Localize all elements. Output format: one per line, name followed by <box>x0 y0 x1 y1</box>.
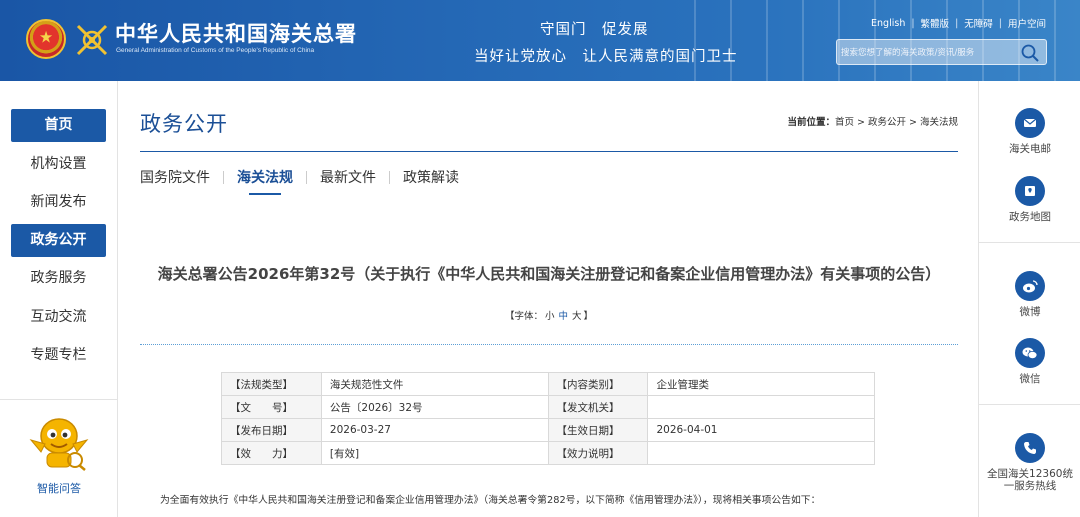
phone-icon <box>1015 433 1045 463</box>
search-icon[interactable] <box>1020 43 1040 63</box>
quick-link-government-map[interactable]: 政务地图 <box>979 176 1080 223</box>
left-navigation: 首页 机构设置 新闻发布 政务公开 政务服务 互动交流 专题专栏 智能问答 <box>0 81 118 517</box>
nav-item-government-affairs[interactable]: 政务公开 <box>11 224 106 257</box>
meta-value: 海关规范性文件 <box>320 372 549 396</box>
tab-separator <box>306 170 307 184</box>
table-row: 【发布日期】 2026-03-27 【生效日期】 2026-04-01 <box>221 418 875 442</box>
tab-bar: 国务院文件 海关法规 最新文件 政策解读 <box>140 167 459 195</box>
meta-value <box>647 441 875 465</box>
slogan-line-2: 当好让党放心 让人民满意的国门卫士 <box>474 49 738 65</box>
table-row: 【文 号】 公告〔2026〕32号 【发文机关】 <box>221 395 875 419</box>
dotted-divider <box>140 344 958 345</box>
meta-value: 公告〔2026〕32号 <box>320 395 549 419</box>
document-metadata-table: 【法规类型】 海关规范性文件 【内容类别】 企业管理类 【文 号】 公告〔202… <box>221 372 875 465</box>
quick-link-hotline[interactable]: 全国海关12360统一服务热线 <box>979 433 1080 492</box>
breadcrumb-prefix: 当前位置： <box>787 117 835 128</box>
tab-separator <box>223 170 224 184</box>
nav-item-home[interactable]: 首页 <box>11 109 106 142</box>
assistant-mascot-icon[interactable] <box>27 414 91 472</box>
meta-key: 【发文机关】 <box>547 395 649 419</box>
meta-value: 企业管理类 <box>647 372 875 396</box>
quick-link-label: 海关电邮 <box>1009 143 1051 155</box>
site-name[interactable]: 中华人民共和国海关总署 <box>115 18 357 48</box>
meta-key: 【法规类型】 <box>221 372 322 396</box>
quick-link-divider <box>979 404 1080 405</box>
right-quick-links: 海关电邮 政务地图 微博 微信 全国海关12360统一服务热线 <box>978 81 1080 517</box>
quick-link-wechat[interactable]: 微信 <box>979 338 1080 385</box>
meta-value <box>647 395 875 419</box>
font-size-prefix: 【字体： <box>504 311 543 322</box>
meta-value: [有效] <box>320 441 549 465</box>
link-separator: | <box>911 17 915 29</box>
search-box <box>836 39 1047 65</box>
font-size-suffix: 】 <box>583 311 594 322</box>
link-english[interactable]: English <box>871 18 905 29</box>
font-size-control: 【字体：小中大】 <box>140 308 958 322</box>
nav-item-organization[interactable]: 机构设置 <box>11 148 106 181</box>
meta-value: 2026-03-27 <box>320 418 549 442</box>
font-size-large-button[interactable]: 大 <box>572 311 582 322</box>
quick-link-weibo[interactable]: 微博 <box>979 271 1080 318</box>
document-title: 海关总署公告2026年第32号（关于执行《中华人民共和国海关注册登记和备案企业信… <box>157 265 941 283</box>
quick-link-label: 政务地图 <box>1009 211 1051 223</box>
link-separator: | <box>998 17 1002 29</box>
wechat-icon <box>1015 338 1045 368</box>
customs-logo-icon <box>76 24 108 56</box>
document-intro-paragraph: 为全面有效执行《中华人民共和国海关注册登记和备案企业信用管理办法》（海关总署令第… <box>160 495 821 506</box>
breadcrumb: 当前位置：首页 > 政务公开 > 海关法规 <box>787 114 958 128</box>
meta-key: 【文 号】 <box>221 395 322 419</box>
title-divider <box>140 151 958 152</box>
meta-key: 【生效日期】 <box>547 418 649 442</box>
table-row: 【法规类型】 海关规范性文件 【内容类别】 企业管理类 <box>221 372 875 396</box>
link-accessibility[interactable]: 无障碍 <box>964 16 993 30</box>
main-content: 政务公开 当前位置：首页 > 政务公开 > 海关法规 国务院文件 海关法规 最新… <box>140 81 958 517</box>
font-size-small-button[interactable]: 小 <box>545 311 555 322</box>
quick-link-customs-email[interactable]: 海关电邮 <box>979 108 1080 155</box>
link-user-space[interactable]: 用户空间 <box>1008 16 1046 30</box>
table-row: 【效 力】 [有效] 【效力说明】 <box>221 441 875 465</box>
mail-icon <box>1015 108 1045 138</box>
slogan-line-1: 守国门 促发展 <box>540 22 649 38</box>
quick-link-label: 微信 <box>1019 373 1041 385</box>
meta-key: 【效 力】 <box>221 441 322 465</box>
link-separator: | <box>955 17 959 29</box>
section-title: 政务公开 <box>140 112 228 136</box>
quick-link-label: 全国海关12360统一服务热线 <box>987 468 1073 492</box>
font-size-medium-button[interactable]: 中 <box>558 311 568 322</box>
meta-value: 2026-04-01 <box>647 418 875 442</box>
meta-key: 【发布日期】 <box>221 418 322 442</box>
top-links: English | 繁體版 | 无障碍 | 用户空间 <box>871 16 1046 31</box>
national-emblem-icon: ★ <box>26 19 66 59</box>
tab-separator <box>389 170 390 184</box>
search-input[interactable] <box>841 44 1019 61</box>
nav-item-interaction[interactable]: 互动交流 <box>11 301 106 334</box>
site-english-name: General Administration of Customs of the… <box>116 47 315 54</box>
tab-latest-documents[interactable]: 最新文件 <box>320 167 376 193</box>
quick-link-divider <box>979 242 1080 243</box>
nav-item-services[interactable]: 政务服务 <box>11 262 106 295</box>
tab-customs-regulations[interactable]: 海关法规 <box>237 167 293 195</box>
link-traditional[interactable]: 繁體版 <box>921 16 950 30</box>
tab-state-council-documents[interactable]: 国务院文件 <box>140 167 210 193</box>
meta-key: 【效力说明】 <box>547 441 649 465</box>
assistant-label[interactable]: 智能问答 <box>0 480 118 496</box>
nav-divider <box>0 399 118 400</box>
meta-key: 【内容类别】 <box>547 372 649 396</box>
breadcrumb-path[interactable]: 首页 > 政务公开 > 海关法规 <box>835 117 958 128</box>
map-icon <box>1015 176 1045 206</box>
nav-item-news[interactable]: 新闻发布 <box>11 186 106 219</box>
site-header: ★ 中华人民共和国海关总署 General Administration of … <box>0 0 1080 81</box>
quick-link-label: 微博 <box>1019 306 1041 318</box>
nav-item-topics[interactable]: 专题专栏 <box>11 339 106 372</box>
weibo-icon <box>1015 271 1045 301</box>
tab-policy-interpretation[interactable]: 政策解读 <box>403 167 459 193</box>
